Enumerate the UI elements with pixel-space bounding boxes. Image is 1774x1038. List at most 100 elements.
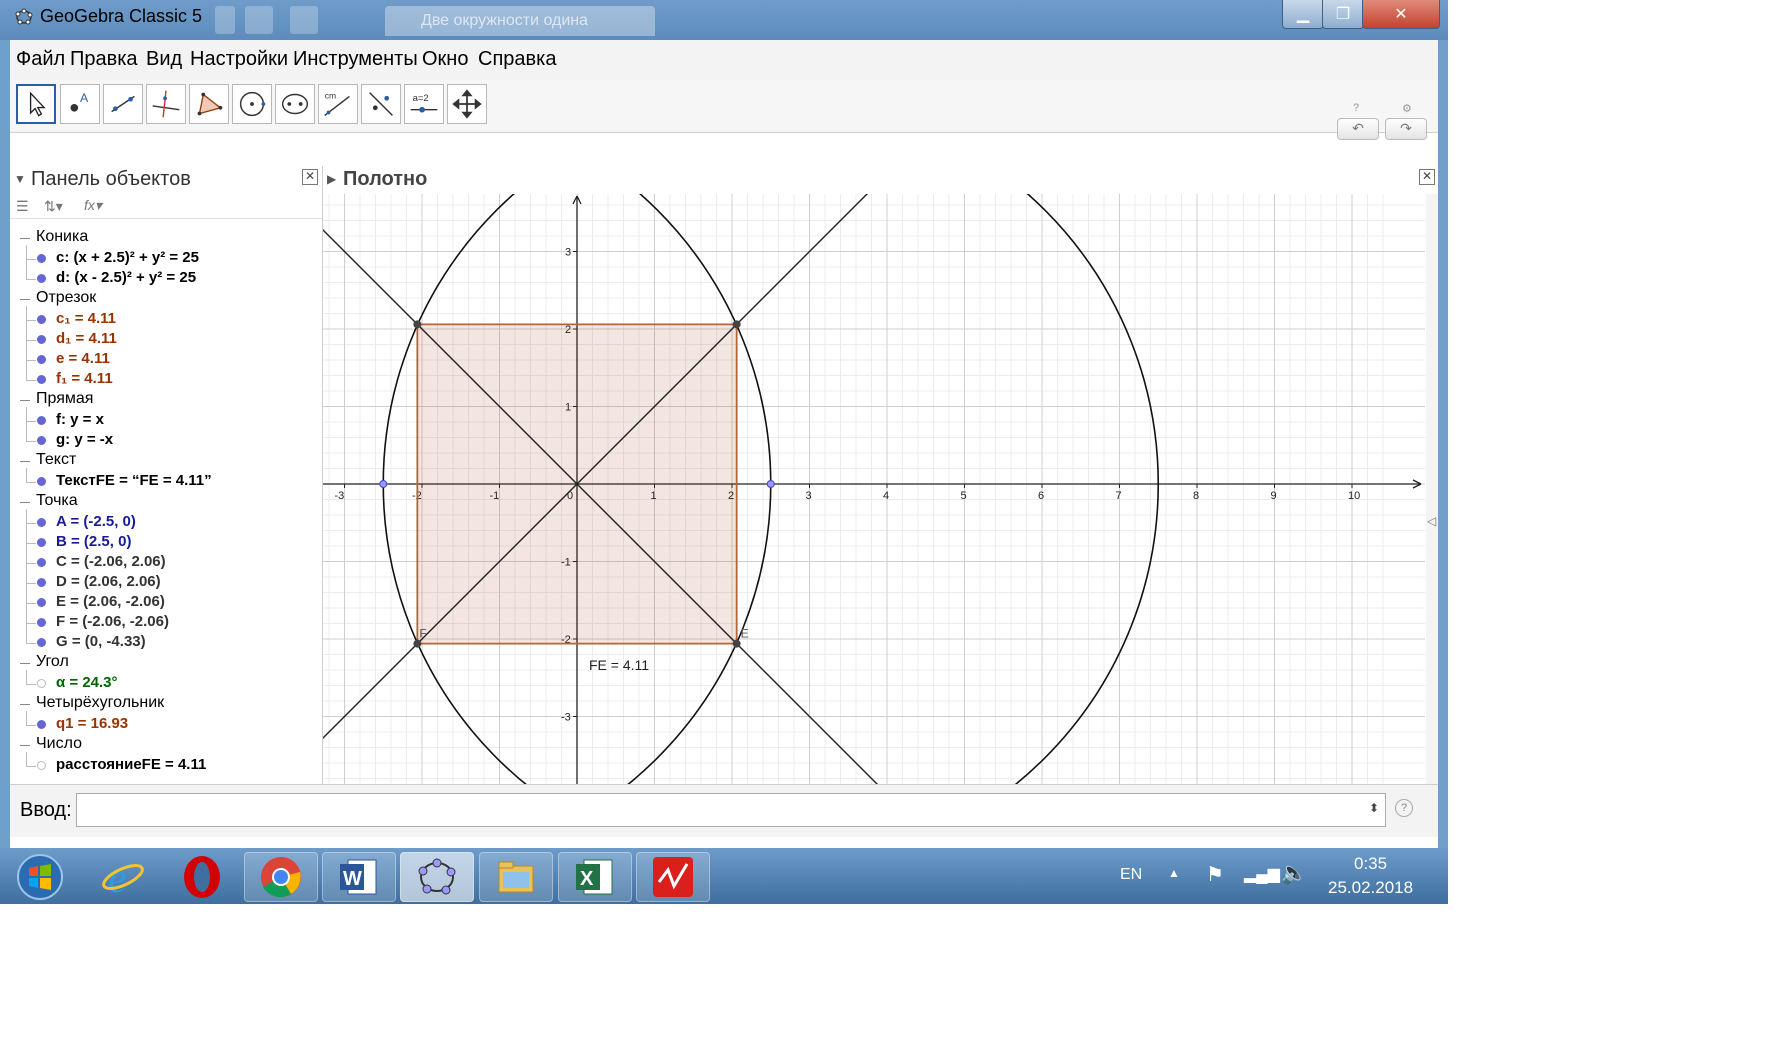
algebra-object[interactable]: c: (x + 2.5)² + y² = 25 bbox=[56, 249, 199, 266]
undo-button[interactable]: ↶ bbox=[1337, 118, 1379, 140]
category-header[interactable]: Отрезок bbox=[36, 289, 96, 307]
settings-small-icon[interactable]: ⚙ bbox=[1402, 102, 1412, 115]
algebra-object[interactable]: A = (-2.5, 0) bbox=[56, 513, 136, 530]
sort-by-icon[interactable]: ⇅▾ bbox=[44, 198, 63, 215]
language-indicator[interactable]: EN bbox=[1120, 866, 1142, 884]
description-mode-icon[interactable]: fx▾ bbox=[84, 197, 102, 214]
clock-time[interactable]: 0:35 bbox=[1354, 854, 1387, 874]
category-collapse-icon[interactable] bbox=[20, 238, 30, 239]
conic-tool-button[interactable] bbox=[275, 84, 315, 124]
visibility-toggle[interactable] bbox=[37, 598, 46, 607]
action-center-flag-icon[interactable]: ⚑ bbox=[1206, 862, 1224, 887]
maximize-button[interactable]: ❐ bbox=[1322, 0, 1364, 29]
redo-button[interactable]: ↷ bbox=[1385, 118, 1427, 140]
auxiliary-objects-icon[interactable]: ☰ bbox=[16, 198, 29, 215]
background-window-tab[interactable]: Две окружности одина bbox=[385, 6, 655, 36]
polygon-tool-button[interactable] bbox=[189, 84, 229, 124]
tray-expand-icon[interactable]: ▲ bbox=[1168, 866, 1180, 880]
algebra-object[interactable]: f₁ = 4.11 bbox=[56, 370, 113, 387]
slider-tool-button[interactable]: a=2 bbox=[404, 84, 444, 124]
menu-view[interactable]: Вид bbox=[146, 48, 182, 71]
algebra-object[interactable]: D = (2.06, 2.06) bbox=[56, 573, 161, 590]
taskbar-excel[interactable]: X bbox=[558, 852, 632, 902]
taskbar-geogebra[interactable] bbox=[400, 852, 474, 902]
clock-date[interactable]: 25.02.2018 bbox=[1328, 878, 1413, 898]
algebra-object[interactable]: B = (2.5, 0) bbox=[56, 533, 131, 550]
taskbar-explorer[interactable] bbox=[479, 852, 553, 902]
taskbar-ie[interactable]: e bbox=[86, 852, 160, 902]
visibility-toggle[interactable] bbox=[37, 518, 46, 527]
category-header[interactable]: Текст bbox=[36, 451, 76, 469]
input-history-icon[interactable]: ⬍ bbox=[1369, 801, 1379, 815]
algebra-object[interactable]: d₁ = 4.11 bbox=[56, 330, 117, 347]
visibility-toggle[interactable] bbox=[37, 679, 46, 688]
algebra-object[interactable]: d: (x - 2.5)² + y² = 25 bbox=[56, 269, 196, 286]
visibility-toggle[interactable] bbox=[37, 618, 46, 627]
category-header[interactable]: Четырёхугольник bbox=[36, 694, 164, 712]
menu-tools[interactable]: Инструменты bbox=[293, 48, 418, 71]
reflect-tool-button[interactable] bbox=[361, 84, 401, 124]
visibility-toggle[interactable] bbox=[37, 335, 46, 344]
collapse-triangle-icon[interactable]: ▼ bbox=[14, 166, 26, 192]
menu-help[interactable]: Справка bbox=[478, 48, 556, 71]
visibility-toggle[interactable] bbox=[37, 638, 46, 647]
taskbar-word[interactable]: W bbox=[322, 852, 396, 902]
algebra-object[interactable]: q1 = 16.93 bbox=[56, 715, 128, 732]
visibility-toggle[interactable] bbox=[37, 416, 46, 425]
line-tool-button[interactable] bbox=[103, 84, 143, 124]
visibility-toggle[interactable] bbox=[37, 761, 46, 770]
algebra-object[interactable]: f: y = x bbox=[56, 411, 104, 428]
category-header[interactable]: Точка bbox=[36, 492, 78, 510]
visibility-toggle[interactable] bbox=[37, 578, 46, 587]
network-signal-icon[interactable]: ▂▄▆ bbox=[1244, 864, 1280, 884]
visibility-toggle[interactable] bbox=[37, 477, 46, 486]
visibility-toggle[interactable] bbox=[37, 538, 46, 547]
category-header[interactable]: Угол bbox=[36, 653, 69, 671]
expand-triangle-icon[interactable]: ▶ bbox=[327, 166, 336, 192]
visibility-toggle[interactable] bbox=[37, 720, 46, 729]
visibility-toggle[interactable] bbox=[37, 558, 46, 567]
category-header[interactable]: Число bbox=[36, 735, 82, 753]
algebra-object[interactable]: c₁ = 4.11 bbox=[56, 310, 116, 327]
graphics-close-icon[interactable]: ✕ bbox=[1419, 169, 1435, 185]
visibility-toggle[interactable] bbox=[37, 254, 46, 263]
move-tool-button[interactable] bbox=[16, 84, 56, 124]
algebra-object[interactable]: C = (-2.06, 2.06) bbox=[56, 553, 166, 570]
visibility-toggle[interactable] bbox=[37, 436, 46, 445]
measure-tool-button[interactable]: cm bbox=[318, 84, 358, 124]
category-collapse-icon[interactable] bbox=[20, 299, 30, 300]
graphics-canvas[interactable]: -3-2-1012345678910321-1-2-3-4EFFE = 4.11 bbox=[323, 194, 1425, 834]
category-collapse-icon[interactable] bbox=[20, 461, 30, 462]
input-help-icon[interactable]: ? bbox=[1395, 799, 1413, 817]
perpendicular-tool-button[interactable] bbox=[146, 84, 186, 124]
category-collapse-icon[interactable] bbox=[20, 400, 30, 401]
visibility-toggle[interactable] bbox=[37, 375, 46, 384]
visibility-toggle[interactable] bbox=[37, 355, 46, 364]
category-collapse-icon[interactable] bbox=[20, 704, 30, 705]
taskbar-app-red[interactable] bbox=[636, 852, 710, 902]
algebra-object[interactable]: F = (-2.06, -2.06) bbox=[56, 613, 169, 630]
menu-settings[interactable]: Настройки bbox=[190, 48, 288, 71]
point-tool-button[interactable]: A bbox=[60, 84, 100, 124]
algebra-object[interactable]: ТекстFE = “FE = 4.11” bbox=[56, 472, 212, 489]
taskbar-chrome[interactable] bbox=[244, 852, 318, 902]
category-collapse-icon[interactable] bbox=[20, 502, 30, 503]
help-small-icon[interactable]: ? bbox=[1353, 102, 1359, 114]
algebra-close-icon[interactable]: ✕ bbox=[302, 169, 318, 185]
category-collapse-icon[interactable] bbox=[20, 663, 30, 664]
algebra-object[interactable]: E = (2.06, -2.06) bbox=[56, 593, 165, 610]
category-header[interactable]: Прямая bbox=[36, 390, 93, 408]
move-view-tool-button[interactable] bbox=[447, 84, 487, 124]
side-panel-toggle-icon[interactable]: ◁ bbox=[1427, 514, 1436, 528]
start-button[interactable] bbox=[10, 852, 70, 902]
algebra-object[interactable]: α = 24.3° bbox=[56, 674, 118, 691]
visibility-toggle[interactable] bbox=[37, 315, 46, 324]
visibility-toggle[interactable] bbox=[37, 274, 46, 283]
menu-file[interactable]: Файл bbox=[16, 48, 65, 71]
category-collapse-icon[interactable] bbox=[20, 745, 30, 746]
close-button[interactable]: ✕ bbox=[1362, 0, 1440, 29]
taskbar-opera[interactable] bbox=[165, 852, 239, 902]
algebra-object[interactable]: g: y = -x bbox=[56, 431, 113, 448]
menu-edit[interactable]: Правка bbox=[70, 48, 138, 71]
menu-window[interactable]: Окно bbox=[422, 48, 468, 71]
